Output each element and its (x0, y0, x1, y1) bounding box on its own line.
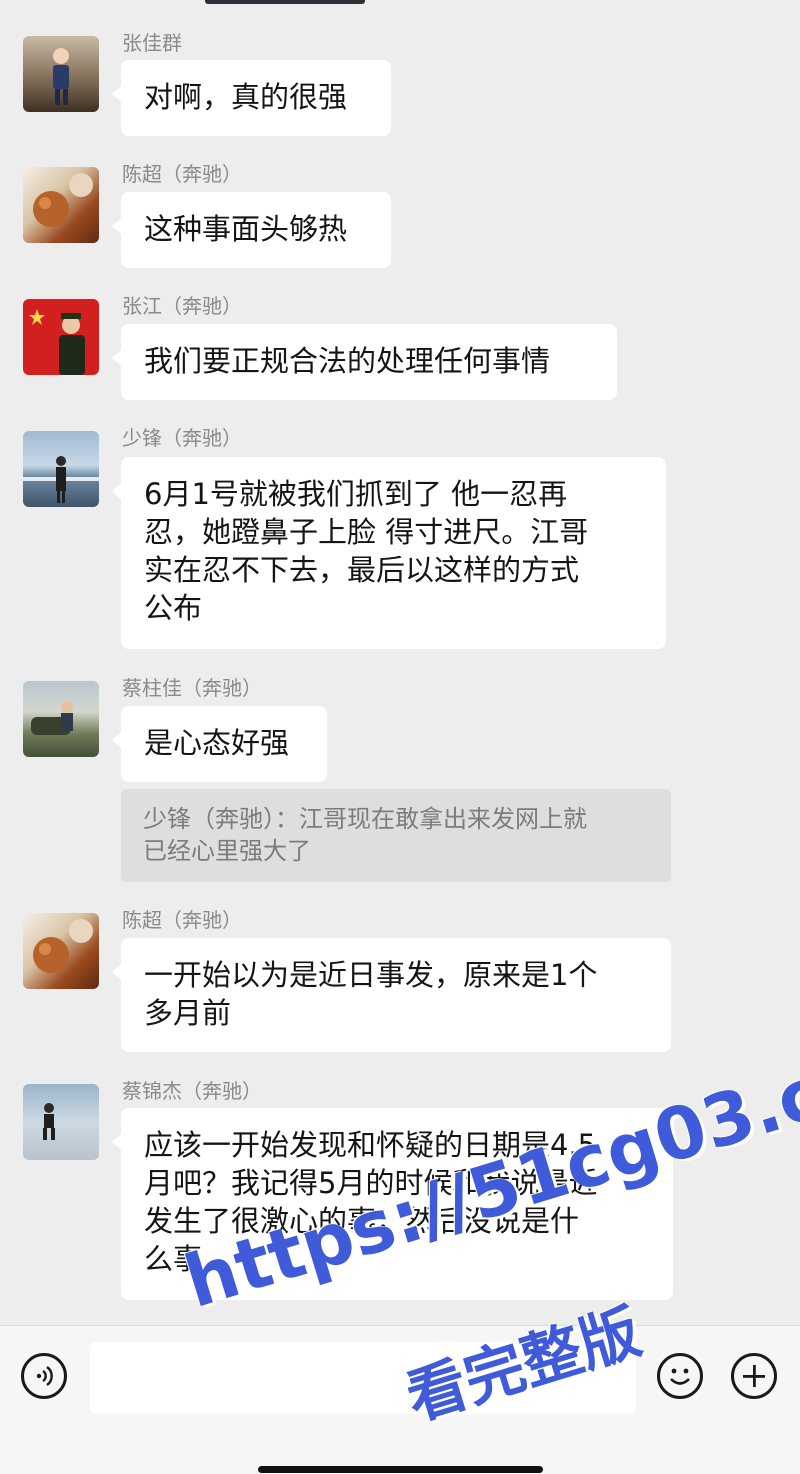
message-bubble[interactable]: 6月1号就被我们抓到了 他一忍再 忍，她蹬鼻子上脸 得寸进尺。江哥 实在忍不下去… (112, 457, 666, 649)
sender-name: 陈超（奔驰） (122, 908, 242, 932)
message-line: 这种事面头够热 (144, 212, 348, 246)
message-line: 忍，她蹬鼻子上脸 得寸进尺。江哥 (144, 515, 589, 549)
quoted-message[interactable]: 少锋（奔驰）：江哥现在敢拿出来发网上就 已经心里强大了 (121, 789, 671, 882)
home-indicator (258, 1466, 543, 1473)
message-line: 多月前 (144, 996, 232, 1030)
avatar[interactable] (23, 36, 99, 112)
quote-line: 少锋（奔驰）：江哥现在敢拿出来发网上就 (143, 805, 587, 833)
avatar[interactable] (23, 299, 99, 375)
add-button[interactable] (731, 1353, 777, 1399)
message-bubble[interactable]: 我们要正规合法的处理任何事情 (112, 324, 617, 400)
voice-icon (36, 1366, 53, 1386)
sender-name: 蔡锦杰（奔驰） (122, 1079, 262, 1103)
message-line: 是心态好强 (144, 726, 290, 760)
message-line: 公布 (144, 591, 203, 625)
avatar[interactable] (23, 681, 99, 757)
avatar[interactable] (23, 1084, 99, 1160)
avatar[interactable] (23, 167, 99, 243)
sender-name: 张佳群 (122, 31, 182, 55)
voice-button[interactable] (21, 1353, 67, 1399)
sender-name: 张江（奔驰） (122, 294, 242, 318)
chat-input-bar (0, 1325, 800, 1474)
emoji-icon (670, 1368, 690, 1385)
quote-line: 已经心里强大了 (143, 837, 311, 865)
message-bubble[interactable]: 对啊，真的很强 (112, 60, 391, 136)
message-line: 一开始以为是近日事发，原来是1个 (144, 958, 598, 992)
message-line: 我们要正规合法的处理任何事情 (144, 344, 551, 378)
message-bubble[interactable]: 一开始以为是近日事发，原来是1个 多月前 (112, 938, 671, 1052)
emoji-button[interactable] (657, 1353, 703, 1399)
sender-name: 少锋（奔驰） (122, 426, 242, 450)
message-line: 6月1号就被我们抓到了 他一忍再 (144, 477, 568, 511)
add-icon (743, 1365, 765, 1387)
previous-image-edge (205, 0, 365, 4)
message-bubble[interactable]: 这种事面头够热 (112, 192, 391, 268)
avatar[interactable] (23, 431, 99, 507)
message-line: 对啊，真的很强 (144, 80, 348, 114)
avatar[interactable] (23, 913, 99, 989)
sender-name: 陈超（奔驰） (122, 162, 242, 186)
message-bubble[interactable]: 是心态好强 (112, 706, 327, 782)
message-line: 实在忍不下去，最后以这样的方式 (144, 553, 580, 587)
sender-name: 蔡柱佳（奔驰） (122, 676, 262, 700)
